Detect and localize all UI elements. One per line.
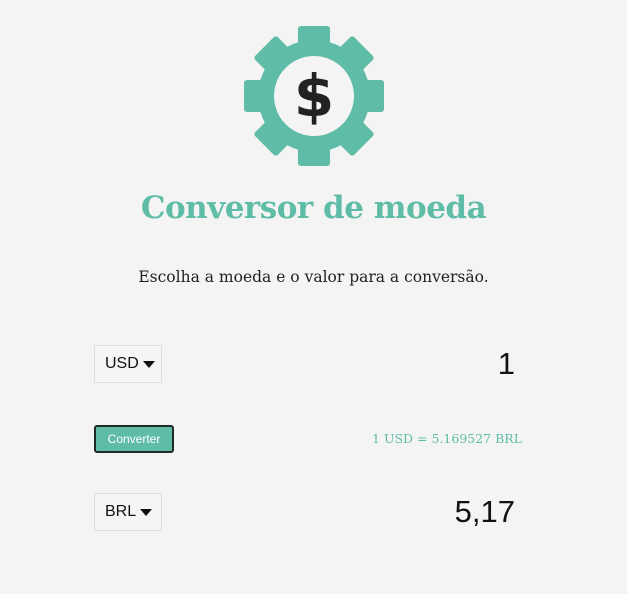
page-subtitle: Escolha a moeda e o valor para a convers… [138, 268, 489, 286]
from-currency-select[interactable]: USD [94, 345, 162, 383]
to-currency-select[interactable]: BRL [94, 493, 162, 531]
exchange-rate-text: 1 USD = 5.169527 BRL [372, 431, 522, 446]
from-amount-input[interactable]: 1 [365, 346, 515, 382]
caret-down-icon [142, 361, 155, 368]
to-amount-output: 5,17 [454, 494, 515, 529]
svg-text:$: $ [294, 62, 334, 130]
to-currency-value: BRL [105, 503, 137, 520]
from-currency-value: USD [105, 355, 139, 372]
gear-dollar-icon: $ [244, 26, 384, 166]
page-title: Conversor de moeda [140, 190, 487, 226]
caret-down-icon [140, 509, 153, 516]
convert-button[interactable]: Converter [94, 425, 174, 453]
